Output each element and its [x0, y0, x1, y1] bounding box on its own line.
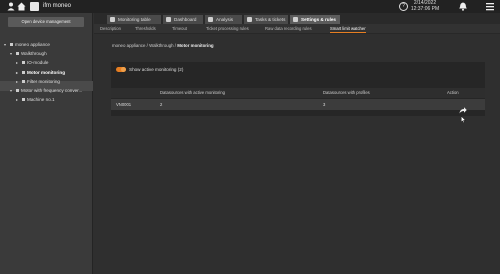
profiles-count: 3: [323, 102, 326, 107]
tree-item-motor-frequency-converter[interactable]: ▾ Motor with frequency conver...: [10, 86, 82, 95]
node-icon: [22, 98, 25, 102]
dashboard-icon: [166, 17, 171, 22]
column-header: Datasources with active monitoring: [160, 90, 225, 95]
notification-icon[interactable]: [458, 2, 467, 11]
table-row: VN0001 2 3: [111, 99, 485, 114]
top-bar: ifm moneo ? 2/14/2022 12:37:06 PM: [0, 0, 500, 13]
tab-monitoring-table[interactable]: Monitoring table: [107, 15, 161, 24]
open-device-management-button[interactable]: Open device management: [8, 17, 84, 27]
tree-item-label: IO-module: [27, 60, 49, 65]
tab-tasks-tickets[interactable]: Tasks & tickets: [244, 15, 288, 24]
node-icon: [10, 43, 13, 47]
settings-icon: [293, 17, 298, 22]
sub-tabs: Description Thresholds Timeout Ticket pr…: [94, 24, 500, 34]
breadcrumb-current: Motor monitoring: [177, 43, 214, 48]
tree-item-io-module[interactable]: ▸ IO-module: [16, 58, 48, 67]
tab-dashboard[interactable]: Dashboard: [163, 15, 203, 24]
tree-item-label: Motor monitoring: [27, 70, 66, 75]
app-logo: [30, 2, 39, 11]
mouse-cursor-icon: [461, 110, 466, 124]
tree-item-machine-no1[interactable]: ▸ Machine no.1: [16, 95, 55, 104]
tree-item-filter-monitoring[interactable]: ▸ Filter monitoring: [16, 77, 60, 86]
tab-label: Analysis: [216, 17, 234, 22]
tree-item-label: moneo appliance: [15, 42, 50, 47]
share-icon[interactable]: [459, 101, 467, 114]
subtab-description[interactable]: Description: [100, 26, 121, 32]
time-text: 12:37:06 PM: [410, 5, 440, 12]
tree-item-moneo-appliance[interactable]: ▾ moneo appliance: [4, 40, 50, 49]
analysis-icon: [208, 17, 213, 22]
tree-item-label: Motor with frequency conver...: [21, 88, 83, 93]
table-icon: [110, 17, 115, 22]
device-tree-panel: Open device management ▾ moneo appliance …: [0, 13, 93, 274]
column-header: Datasources with profiles: [323, 90, 370, 95]
tree-item-label: Filter monitoring: [27, 79, 60, 84]
tree-item-motor-monitoring[interactable]: ▸ Motor monitoring: [16, 68, 65, 77]
table-header: Datasources with active monitoring Datas…: [111, 88, 485, 98]
tab-settings-rules[interactable]: Settings & rules: [290, 15, 340, 24]
breadcrumb: moneo appliance / Walkthrough / Motor mo…: [112, 43, 214, 48]
tasks-icon: [247, 17, 252, 22]
tree-item-label: Walkthrough: [21, 51, 47, 56]
datasource-name: VN0001: [116, 102, 132, 107]
show-active-monitoring-label: Show active monitoring (2): [129, 67, 184, 72]
datetime: 2/14/2022 12:37:06 PM: [408, 0, 442, 12]
subtab-thresholds[interactable]: Thresholds: [135, 26, 156, 32]
show-active-monitoring-toggle[interactable]: [116, 67, 126, 72]
tab-label: Dashboard: [174, 17, 197, 22]
smart-limit-watcher-card: Show active monitoring (2) Datasources w…: [111, 62, 485, 116]
help-icon[interactable]: ?: [399, 2, 408, 11]
subtab-ticket-processing-rules[interactable]: Ticket processing rules: [206, 26, 249, 32]
active-monitoring-count: 2: [160, 102, 163, 107]
node-icon: [16, 89, 19, 93]
breadcrumb-path[interactable]: moneo appliance / Walkthrough /: [112, 43, 177, 48]
node-icon: [22, 71, 25, 75]
subtab-smart-limit-watcher[interactable]: Smart limit watcher: [330, 26, 366, 33]
brand-name: ifm moneo: [43, 3, 72, 9]
main-tabs: Monitoring table Dashboard Analysis Task…: [94, 13, 500, 24]
subtab-raw-data-recording-rules[interactable]: Raw data recording rules: [265, 26, 312, 32]
node-icon: [22, 80, 25, 84]
tab-label: Monitoring table: [118, 17, 151, 22]
node-icon: [16, 52, 19, 56]
tree-item-walkthrough[interactable]: ▾ Walkthrough: [10, 49, 47, 58]
user-icon[interactable]: [6, 2, 15, 11]
node-icon: [22, 61, 25, 65]
column-header: Action: [447, 90, 459, 95]
subtab-timeout[interactable]: Timeout: [172, 26, 187, 32]
tab-label: Settings & rules: [301, 17, 336, 22]
tree-item-label: Machine no.1: [27, 97, 55, 102]
tab-label: Tasks & tickets: [255, 17, 286, 22]
menu-icon[interactable]: [485, 2, 494, 11]
home-icon[interactable]: [17, 2, 26, 11]
tab-analysis[interactable]: Analysis: [205, 15, 242, 24]
